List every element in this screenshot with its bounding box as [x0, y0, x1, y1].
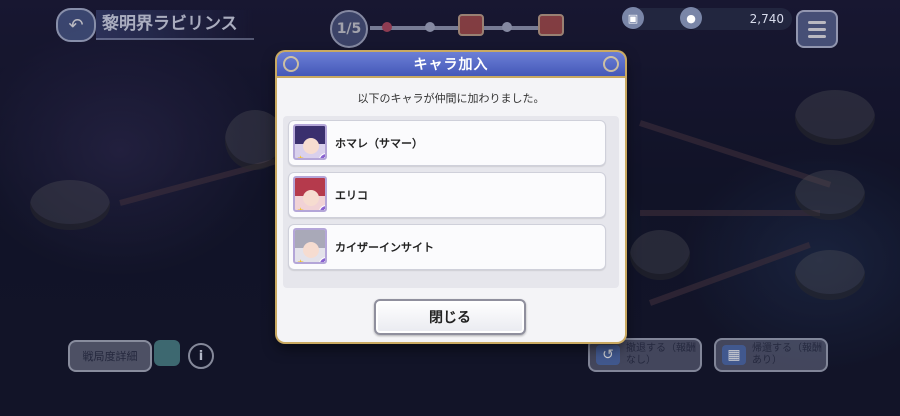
area-title: 黎明界ラビリンス: [96, 10, 254, 40]
battle-info-button[interactable]: 戦局度詳細: [68, 340, 152, 372]
progress-dot: [502, 22, 512, 32]
floor-indicator: 1/5: [330, 10, 368, 48]
currency-counter: ● 2,740: [680, 7, 792, 30]
close-button[interactable]: 閉じる: [374, 299, 526, 335]
menu-icon-bar: [808, 34, 826, 38]
progress-dot: [425, 22, 435, 32]
star-icon: ★: [297, 206, 305, 212]
character-row: ★ E カイザーインサイト: [288, 224, 606, 270]
coin-icon: ●: [680, 7, 702, 29]
battle-info-label: 戦局度詳細: [82, 350, 138, 363]
return-label: 帰還する（報酬あり）: [752, 343, 822, 366]
ornament-icon: [283, 56, 299, 72]
rank-badge: E: [319, 153, 325, 158]
rank-badge: E: [319, 205, 325, 210]
currency-value: 2,740: [749, 12, 784, 26]
info-icon[interactable]: i: [188, 343, 214, 369]
character-list: ★ E ホマレ（サマー） ★ E エリコ ★ E カイザーインサイト: [283, 116, 619, 288]
map-icon: ▦: [722, 345, 746, 365]
menu-button[interactable]: [796, 10, 838, 48]
back-arrow-icon: ↶: [68, 14, 84, 36]
dialog-header: キャラ加入: [277, 52, 625, 78]
retreat-icon: ↺: [596, 345, 620, 365]
character-portrait[interactable]: ★ E: [293, 176, 327, 212]
portrait-face: [303, 138, 319, 154]
floor-progress: 1/5: [330, 10, 570, 48]
star-icon: ★: [297, 154, 305, 160]
return-button[interactable]: ▦ 帰還する（報酬あり）: [714, 338, 828, 372]
status-icon: [154, 340, 180, 366]
star-icon: ★: [297, 258, 305, 264]
dialog-title: キャラ加入: [413, 57, 489, 73]
character-name: エリコ: [335, 189, 368, 202]
close-button-label: 閉じる: [429, 310, 471, 326]
treasure-chest-icon: [538, 14, 564, 36]
character-join-dialog: キャラ加入 以下のキャラが仲間に加わりました。 ★ E ホマレ（サマー） ★ E…: [277, 52, 625, 342]
progress-dot: [382, 22, 392, 32]
rank-badge: E: [319, 257, 325, 262]
menu-icon-bar: [808, 20, 826, 24]
character-name: ホマレ（サマー）: [335, 137, 423, 150]
character-portrait[interactable]: ★ E: [293, 124, 327, 160]
dialog-message: 以下のキャラが仲間に加わりました。: [357, 92, 545, 105]
back-button[interactable]: ↶: [56, 8, 96, 42]
character-name: カイザーインサイト: [335, 241, 434, 254]
portrait-face: [303, 242, 319, 258]
ticket-icon: ▣: [622, 7, 644, 29]
portrait-face: [303, 190, 319, 206]
character-row: ★ E ホマレ（サマー）: [288, 120, 606, 166]
retreat-label: 撤退する（報酬なし）: [626, 343, 696, 366]
ornament-icon: [603, 56, 619, 72]
menu-icon-bar: [808, 27, 826, 31]
character-portrait[interactable]: ★ E: [293, 228, 327, 264]
retreat-button[interactable]: ↺ 撤退する（報酬なし）: [588, 338, 702, 372]
character-row: ★ E エリコ: [288, 172, 606, 218]
treasure-chest-icon: [458, 14, 484, 36]
